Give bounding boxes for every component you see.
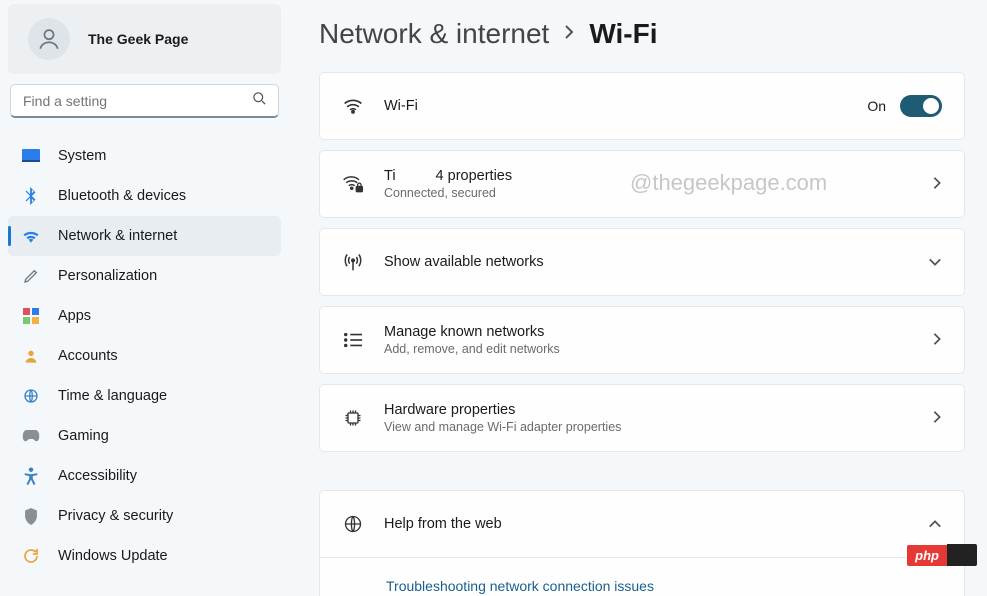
available-networks-card[interactable]: Show available networks	[319, 228, 965, 296]
update-icon	[22, 547, 40, 565]
help-card: Help from the web Troubleshooting networ…	[319, 490, 965, 596]
antenna-icon	[342, 251, 364, 273]
sidebar-item-label: Bluetooth & devices	[58, 188, 186, 204]
manage-sub: Add, remove, and edit networks	[384, 342, 932, 356]
brush-icon	[22, 267, 40, 285]
chevron-down-icon	[928, 254, 942, 270]
nav-list: System Bluetooth & devices Network & int…	[8, 136, 281, 576]
sidebar-item-network[interactable]: Network & internet	[8, 216, 281, 256]
list-icon	[342, 329, 364, 351]
breadcrumb: Network & internet Wi-Fi	[319, 18, 965, 50]
wifi-toggle[interactable]	[900, 95, 942, 117]
sidebar-item-apps[interactable]: Apps	[8, 296, 281, 336]
sidebar-item-time-language[interactable]: Time & language	[8, 376, 281, 416]
sidebar-item-label: Privacy & security	[58, 508, 173, 524]
shield-icon	[22, 507, 40, 525]
help-header[interactable]: Help from the web	[320, 491, 964, 557]
sidebar-item-accessibility[interactable]: Accessibility	[8, 456, 281, 496]
help-web-icon	[342, 513, 364, 535]
gaming-icon	[22, 427, 40, 445]
manage-networks-card[interactable]: Manage known networks Add, remove, and e…	[319, 306, 965, 374]
sidebar-item-label: Personalization	[58, 268, 157, 284]
system-icon	[22, 147, 40, 165]
sidebar-item-label: Accessibility	[58, 468, 137, 484]
badge-suffix	[947, 544, 977, 566]
sidebar-item-label: Network & internet	[58, 228, 177, 244]
manage-title: Manage known networks	[384, 324, 932, 340]
sidebar-item-label: Apps	[58, 308, 91, 324]
wifi-state-label: On	[867, 98, 886, 114]
ssid-label: Ti	[384, 168, 396, 184]
sidebar-item-privacy[interactable]: Privacy & security	[8, 496, 281, 536]
wifi-toggle-card: Wi-Fi On	[319, 72, 965, 140]
chevron-right-icon	[563, 24, 575, 45]
sidebar: The Geek Page System Bluetooth & devices…	[0, 0, 289, 596]
search-icon	[252, 91, 267, 111]
hardware-title: Hardware properties	[384, 402, 932, 418]
site-badge: php	[907, 544, 977, 566]
profile-header[interactable]: The Geek Page	[8, 4, 281, 74]
ssid-props: 4 properties	[436, 168, 513, 184]
chevron-right-icon	[932, 410, 942, 427]
sidebar-item-personalization[interactable]: Personalization	[8, 256, 281, 296]
help-link-troubleshoot[interactable]: Troubleshooting network connection issue…	[320, 557, 964, 596]
search-box	[10, 84, 279, 118]
bluetooth-icon	[22, 187, 40, 205]
chevron-right-icon	[932, 176, 942, 193]
sidebar-item-label: Gaming	[58, 428, 109, 444]
hardware-properties-card[interactable]: Hardware properties View and manage Wi-F…	[319, 384, 965, 452]
available-title: Show available networks	[384, 254, 928, 270]
sidebar-item-label: Accounts	[58, 348, 118, 364]
globe-icon	[22, 387, 40, 405]
hardware-sub: View and manage Wi-Fi adapter properties	[384, 420, 932, 434]
wifi-icon	[22, 227, 40, 245]
chevron-up-icon	[928, 516, 942, 532]
sidebar-item-windows-update[interactable]: Windows Update	[8, 536, 281, 576]
chip-icon	[342, 407, 364, 429]
sidebar-item-label: Windows Update	[58, 548, 168, 564]
main-content: Network & internet Wi-Fi Wi-Fi On	[289, 0, 987, 596]
help-title: Help from the web	[384, 516, 928, 532]
wifi-icon	[342, 95, 364, 117]
breadcrumb-parent[interactable]: Network & internet	[319, 18, 549, 50]
sidebar-item-label: Time & language	[58, 388, 167, 404]
avatar	[28, 18, 70, 60]
badge-label: php	[907, 545, 947, 566]
connection-status: Connected, secured	[384, 186, 932, 200]
profile-name: The Geek Page	[88, 31, 188, 47]
accounts-icon	[22, 347, 40, 365]
connected-network-card[interactable]: Ti 4 properties Connected, secured	[319, 150, 965, 218]
sidebar-item-bluetooth[interactable]: Bluetooth & devices	[8, 176, 281, 216]
wifi-title: Wi-Fi	[384, 98, 867, 114]
sidebar-item-gaming[interactable]: Gaming	[8, 416, 281, 456]
person-icon	[36, 26, 62, 52]
breadcrumb-current: Wi-Fi	[589, 18, 657, 50]
sidebar-item-accounts[interactable]: Accounts	[8, 336, 281, 376]
accessibility-icon	[22, 467, 40, 485]
chevron-right-icon	[932, 332, 942, 349]
sidebar-item-label: System	[58, 148, 106, 164]
apps-icon	[22, 307, 40, 325]
sidebar-item-system[interactable]: System	[8, 136, 281, 176]
wifi-secured-icon	[342, 173, 364, 195]
search-input[interactable]	[10, 84, 279, 118]
